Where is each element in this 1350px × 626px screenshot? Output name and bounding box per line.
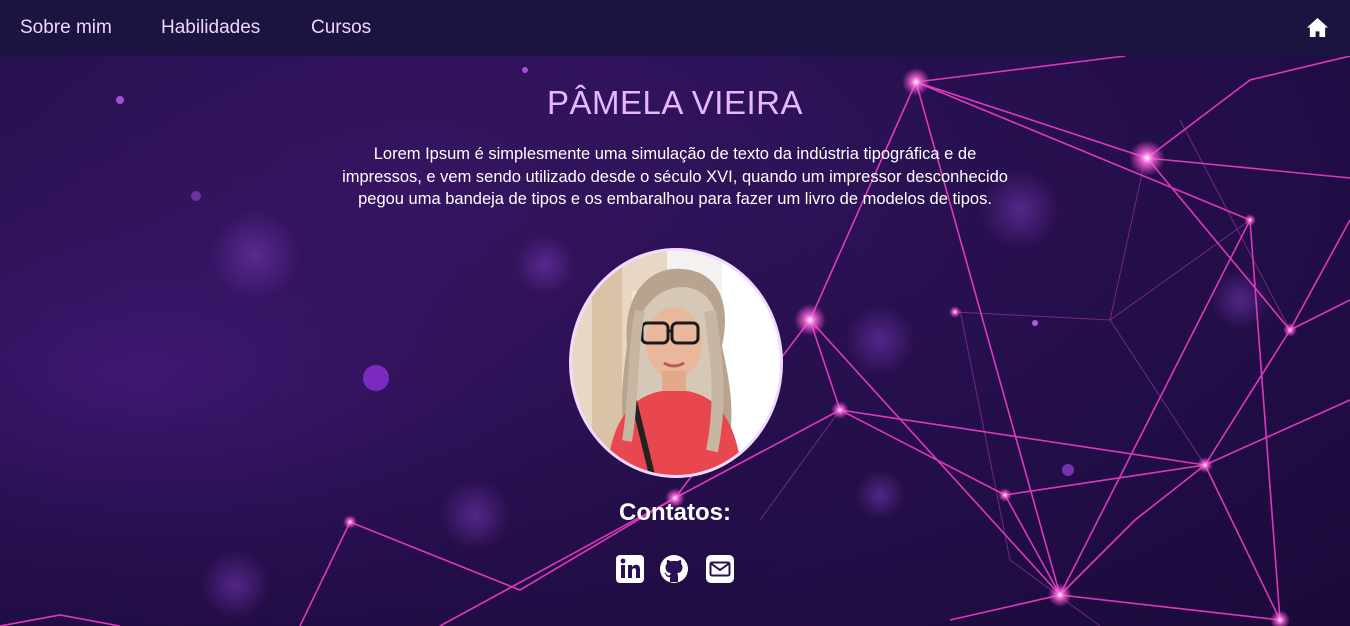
profile-bio: Lorem Ipsum é simplesmente uma simulação…: [342, 145, 1008, 208]
linkedin-icon[interactable]: [615, 554, 645, 584]
profile-photo: [569, 248, 783, 478]
nav-item-sobre-mim[interactable]: Sobre mim: [20, 17, 112, 39]
nav-item-habilidades[interactable]: Habilidades: [161, 17, 260, 39]
contacts-title: Contatos:: [619, 499, 731, 526]
nav-item-cursos[interactable]: Cursos: [311, 17, 371, 39]
main-content: PÂMELA VIEIRA Lorem Ipsum é simplesmente…: [0, 56, 1350, 626]
home-icon[interactable]: [1306, 17, 1329, 38]
email-icon[interactable]: [705, 554, 735, 584]
github-icon[interactable]: [659, 554, 689, 584]
profile-name: PÂMELA VIEIRA: [547, 84, 803, 121]
top-navbar: Sobre mim Habilidades Cursos: [0, 0, 1350, 56]
profile-photo-illustration: [572, 251, 780, 475]
